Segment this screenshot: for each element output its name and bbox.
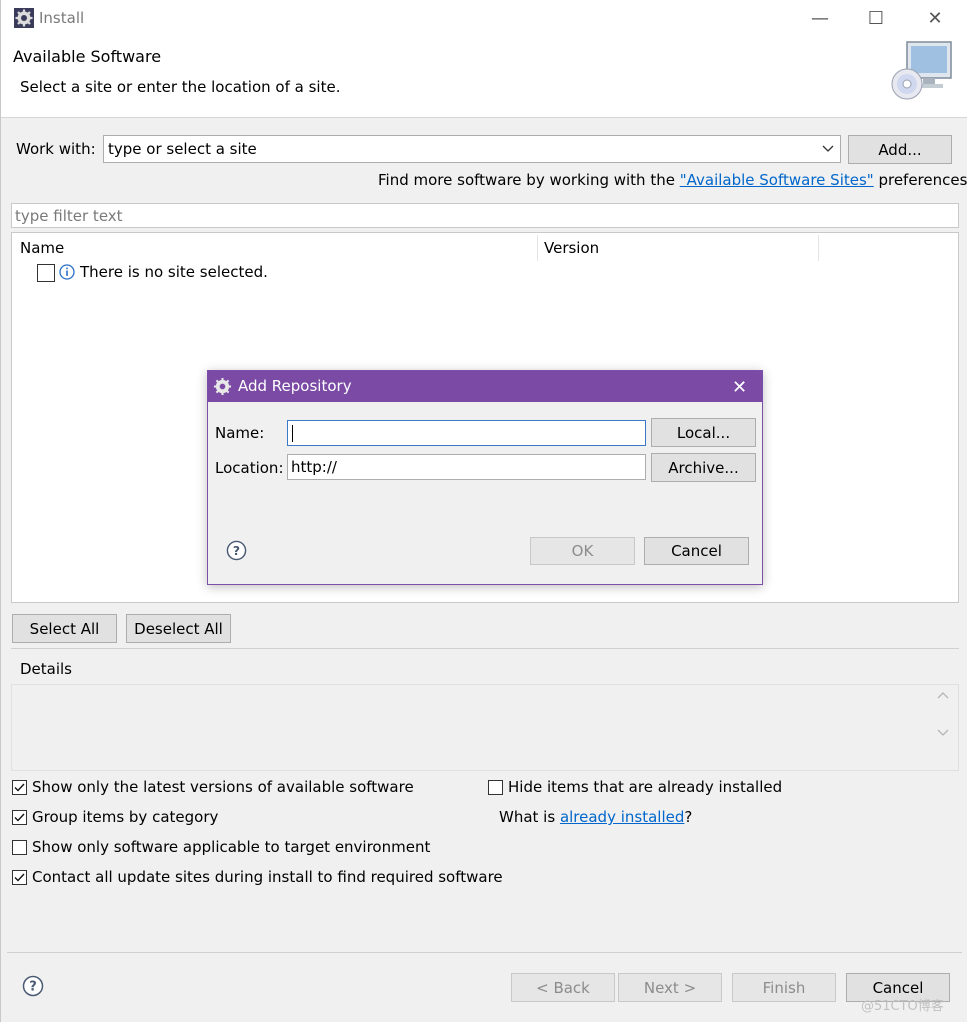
name-label: Name: (215, 424, 265, 442)
column-divider[interactable] (818, 235, 819, 261)
finish-button[interactable]: Finish (732, 973, 836, 1002)
install-window: Install — ☐ ✕ Available Software Select … (0, 0, 967, 1022)
next-button[interactable]: Next > (618, 973, 722, 1002)
location-input[interactable]: http:// (287, 454, 646, 480)
work-with-combo[interactable]: type or select a site (103, 135, 841, 163)
eclipse-gear-icon (14, 8, 34, 28)
name-input[interactable] (287, 420, 646, 446)
group-by-category-label[interactable]: Group items by category (32, 808, 218, 826)
column-header-version[interactable]: Version (544, 239, 599, 257)
hide-installed-checkbox[interactable] (488, 779, 503, 795)
window-title: Install (39, 9, 85, 27)
find-more-suffix: preferences. (873, 171, 967, 189)
page-subtitle: Select a site or enter the location of a… (20, 78, 341, 96)
add-site-button[interactable]: Add... (848, 135, 952, 164)
maximize-button[interactable]: ☐ (847, 0, 905, 36)
location-label: Location: (215, 459, 284, 477)
contact-update-sites-option[interactable]: Contact all update sites during install … (12, 868, 503, 886)
wizard-banner: Available Software Select a site or ente… (1, 36, 967, 118)
dialog-close-button[interactable]: ✕ (732, 377, 747, 398)
what-is-prefix: What is (499, 808, 560, 826)
latest-versions-label[interactable]: Show only the latest versions of availab… (32, 778, 414, 796)
contact-update-sites-label[interactable]: Contact all update sites during install … (32, 868, 503, 886)
already-installed-link[interactable]: already installed (560, 808, 684, 826)
filter-input[interactable]: type filter text (11, 203, 959, 228)
row-checkbox[interactable] (37, 264, 55, 282)
filter-placeholder: type filter text (15, 207, 123, 225)
deselect-all-button[interactable]: Deselect All (126, 614, 231, 643)
scroll-up-icon[interactable] (937, 690, 949, 700)
dialog-cancel-button[interactable]: Cancel (644, 537, 749, 565)
latest-versions-checkbox[interactable] (12, 779, 27, 795)
ok-button[interactable]: OK (530, 537, 635, 565)
select-all-button[interactable]: Select All (12, 614, 117, 643)
checkmark-icon (14, 873, 25, 882)
target-environment-label[interactable]: Show only software applicable to target … (32, 838, 430, 856)
group-by-category-option[interactable]: Group items by category (12, 808, 218, 826)
group-by-category-checkbox[interactable] (12, 809, 27, 825)
what-is-suffix: ? (684, 808, 693, 826)
column-header-name[interactable]: Name (20, 239, 64, 257)
find-more-prefix: Find more software by working with the (378, 171, 680, 189)
checkmark-icon (14, 783, 25, 792)
archive-button[interactable]: Archive... (651, 453, 756, 482)
watermark: @51CTO博客 (861, 999, 944, 1014)
eclipse-gear-icon (213, 377, 232, 396)
details-label: Details (20, 660, 73, 678)
find-more-text: Find more software by working with the "… (378, 171, 967, 189)
info-icon (59, 264, 75, 280)
footer-divider (7, 952, 962, 953)
title-bar: Install — ☐ ✕ (1, 0, 967, 36)
target-environment-option[interactable]: Show only software applicable to target … (12, 838, 430, 856)
back-button[interactable]: < Back (511, 973, 615, 1002)
help-icon[interactable]: ? (226, 540, 247, 561)
latest-versions-option[interactable]: Show only the latest versions of availab… (12, 778, 414, 796)
add-repository-dialog: Add Repository ✕ Name: Local... Location… (207, 370, 763, 585)
available-software-sites-link[interactable]: "Available Software Sites" (680, 171, 874, 189)
local-button[interactable]: Local... (651, 418, 756, 447)
hide-installed-label[interactable]: Hide items that are already installed (508, 778, 782, 796)
chevron-down-icon[interactable] (822, 141, 834, 155)
dialog-title: Add Repository (238, 377, 352, 395)
location-value: http:// (291, 458, 337, 476)
details-divider (11, 648, 959, 649)
help-icon[interactable]: ? (22, 975, 44, 997)
text-caret (292, 425, 293, 442)
table-row-text: There is no site selected. (80, 263, 268, 281)
install-cd-monitor-icon (891, 41, 952, 100)
minimize-button[interactable]: — (791, 0, 849, 36)
checkmark-icon (14, 813, 25, 822)
svg-text:?: ? (29, 980, 37, 995)
details-text-area[interactable] (11, 684, 959, 771)
page-title: Available Software (13, 47, 162, 66)
svg-text:?: ? (233, 543, 240, 558)
close-window-button[interactable]: ✕ (906, 0, 964, 36)
contact-update-sites-checkbox[interactable] (12, 869, 27, 885)
what-is-installed-text: What is already installed? (499, 808, 692, 826)
target-environment-checkbox[interactable] (12, 839, 27, 855)
hide-installed-option[interactable]: Hide items that are already installed (488, 778, 782, 796)
column-divider[interactable] (537, 235, 538, 261)
work-with-value: type or select a site (108, 140, 257, 158)
dialog-title-bar[interactable]: Add Repository ✕ (208, 371, 762, 402)
scroll-down-icon[interactable] (937, 728, 949, 738)
work-with-label: Work with: (16, 140, 96, 158)
